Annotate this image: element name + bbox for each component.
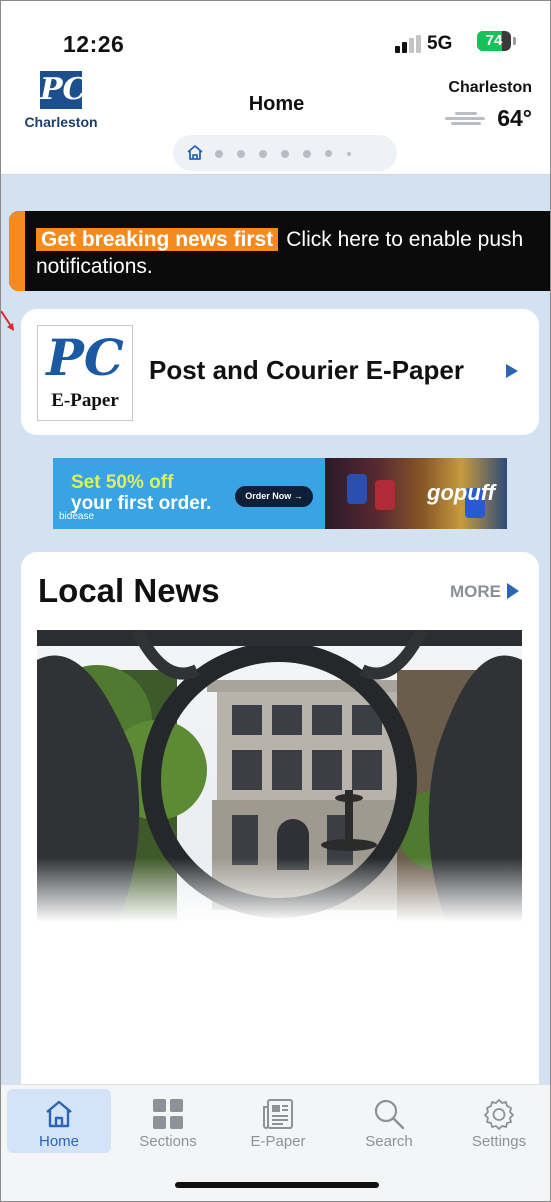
cloud-icon (441, 112, 487, 126)
epaper-card[interactable]: PC E-Paper Post and Courier E-Paper (21, 309, 539, 435)
grid-icon (153, 1099, 183, 1129)
red-arrow-icon (1, 310, 14, 331)
newspaper-icon (263, 1099, 293, 1129)
page-indicator[interactable] (173, 135, 397, 171)
tab-label: Settings (471, 1133, 527, 1150)
push-notification-banner[interactable]: Get breaking news first Click here to ena… (9, 211, 550, 291)
tab-search[interactable]: Search (337, 1089, 441, 1153)
page-dot[interactable] (259, 150, 267, 158)
home-indicator[interactable] (175, 1182, 379, 1188)
signal-icon (395, 35, 421, 53)
battery-level: 74 (485, 32, 503, 49)
epaper-logo-sub: E-Paper (51, 390, 119, 411)
ad-brand: bidease (59, 511, 95, 522)
logo-city: Charleston (24, 114, 98, 130)
network-type: 5G (427, 33, 453, 54)
home-icon (46, 1100, 72, 1128)
tab-home[interactable]: Home (7, 1089, 111, 1153)
page-dot[interactable] (281, 150, 289, 158)
status-time: 12:26 (63, 31, 125, 57)
tab-label: Sections (139, 1133, 197, 1150)
push-text: Get breaking news first Click here to ena… (36, 226, 536, 280)
weather-temp[interactable]: 64° (497, 105, 532, 132)
tab-label: Home (38, 1133, 79, 1150)
gear-icon (484, 1099, 514, 1130)
app-screen: 12:26 5G 74 PC Charleston Home Charlesto… (0, 0, 551, 1202)
more-link[interactable]: MORE (450, 582, 501, 602)
tab-settings[interactable]: Settings (447, 1089, 550, 1153)
page-dot[interactable] (303, 150, 311, 158)
epaper-title: Post and Courier E-Paper (149, 355, 464, 385)
section-title: Local News (38, 572, 220, 609)
ad-order-button[interactable]: Order Now → (235, 486, 313, 507)
local-news-card: Local News MORE (21, 552, 539, 1092)
can-image (347, 474, 367, 504)
tab-label: E-Paper (250, 1133, 306, 1150)
page-dot[interactable] (215, 150, 223, 158)
battery-icon: 74 (477, 31, 511, 51)
gopuff-logo: gopuff (427, 480, 496, 505)
home-icon (187, 145, 203, 160)
tab-sections[interactable]: Sections (116, 1089, 220, 1153)
news-photo-illustration (37, 630, 522, 922)
weather-city[interactable]: Charleston (448, 79, 532, 97)
page-dot[interactable] (237, 150, 245, 158)
page-dot[interactable] (325, 150, 332, 157)
push-accent-bar (9, 211, 25, 291)
search-icon (374, 1099, 405, 1130)
chevron-right-icon (506, 364, 518, 378)
push-badge: Get breaking news first (36, 228, 279, 251)
page-dot[interactable] (347, 152, 351, 156)
battery-nub (513, 37, 516, 45)
ad-headline: Set 50% off your first order. (71, 472, 211, 514)
status-bar: 12:26 5G 74 (1, 1, 550, 63)
app-header: PC Charleston Home Charleston 64° (1, 63, 550, 175)
epaper-logo-mark: PC (46, 328, 124, 387)
tab-label: Search (365, 1133, 413, 1150)
can-image (375, 480, 395, 510)
news-photo[interactable] (37, 630, 522, 922)
more-label: MORE (450, 582, 501, 601)
ad-banner[interactable]: Set 50% off your first order. Order Now … (53, 458, 507, 529)
ad-headline-line-1: Set 50% off (71, 472, 174, 493)
epaper-logo: PC E-Paper (37, 325, 133, 421)
tab-epaper[interactable]: E-Paper (226, 1089, 330, 1153)
chevron-right-icon[interactable] (507, 583, 519, 599)
